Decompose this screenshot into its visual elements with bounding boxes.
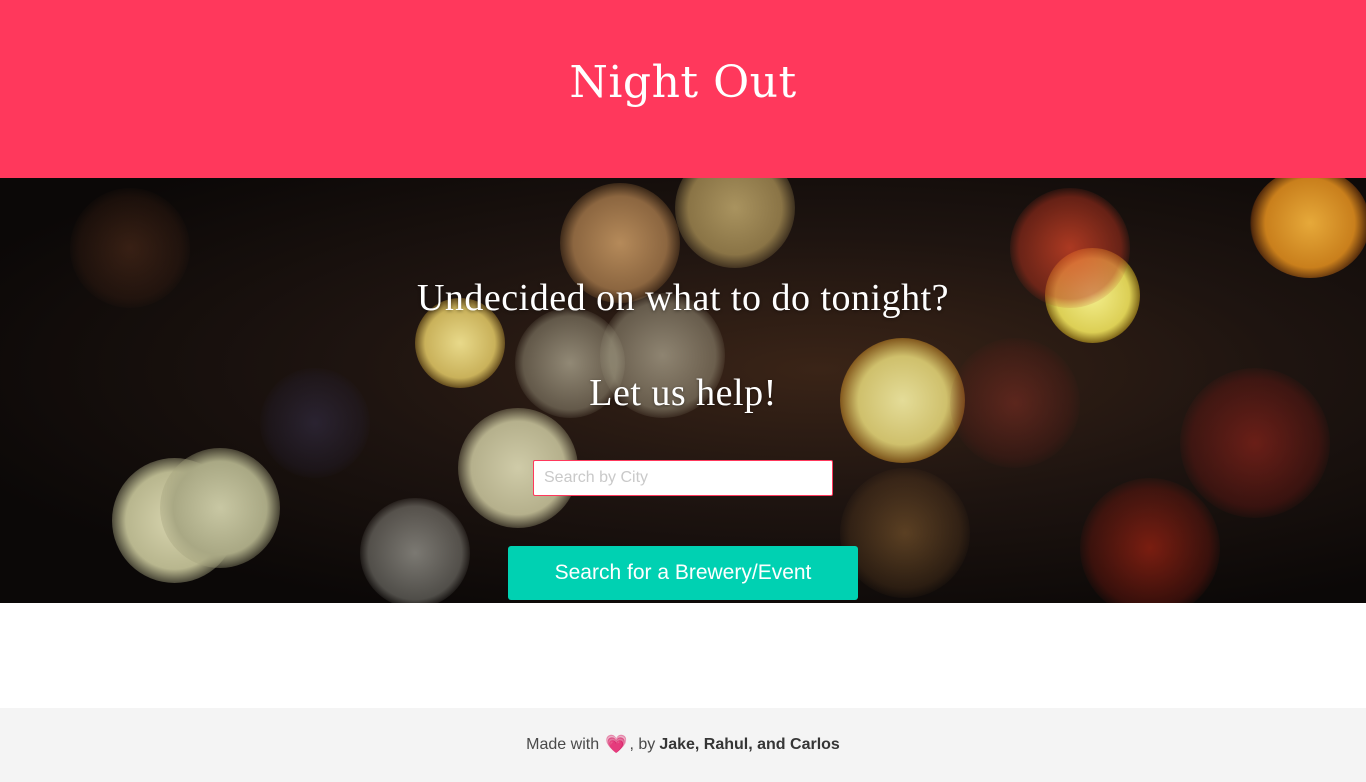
footer-made-with-text: Made with (526, 736, 600, 753)
site-header: Night Out (0, 0, 1366, 178)
site-footer: Made with 💗 , by Jake, Rahul, and Carlos (0, 708, 1366, 782)
search-brewery-event-button[interactable]: Search for a Brewery/Event (508, 546, 858, 600)
footer-authors: Jake, Rahul, and Carlos (659, 736, 840, 753)
hero-question: Undecided on what to do tonight? (416, 277, 950, 319)
footer-by-text: , by (629, 736, 656, 753)
site-title: Night Out (569, 56, 797, 108)
heart-icon: 💗 (605, 733, 628, 754)
hero-help-text: Let us help! (589, 372, 777, 414)
hero-section: Undecided on what to do tonight? Let us … (0, 178, 1366, 603)
city-search-input[interactable] (533, 460, 833, 496)
